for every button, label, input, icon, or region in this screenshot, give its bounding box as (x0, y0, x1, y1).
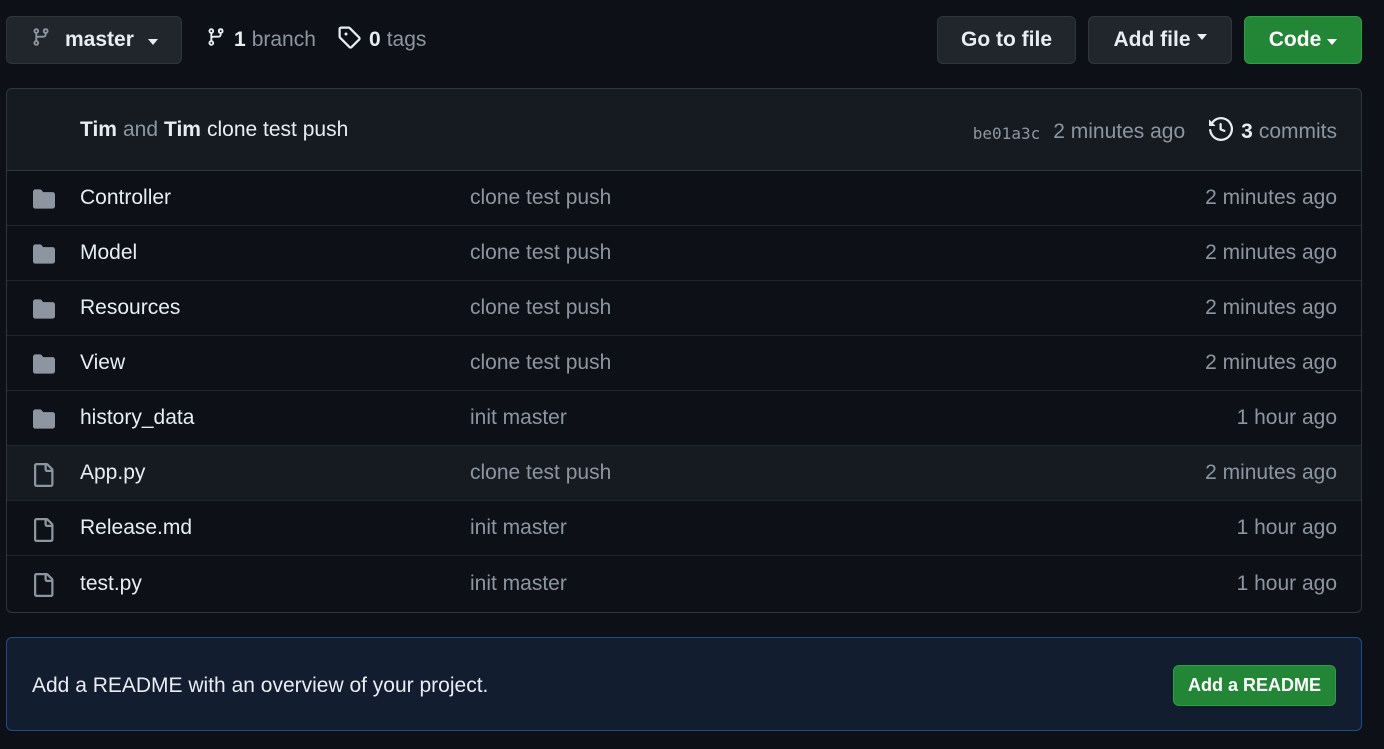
file-row[interactable]: Model clone test push 2 minutes ago (7, 226, 1361, 281)
file-name-link[interactable]: test.py (80, 572, 142, 596)
git-branch-icon (206, 26, 226, 54)
commit-word: commits (1258, 120, 1337, 143)
folder-icon (31, 353, 57, 377)
tag-word: tags (386, 28, 427, 51)
file-name-link[interactable]: Model (80, 241, 137, 265)
branch-select-label: master (65, 28, 134, 51)
branches-link[interactable]: 1 branch (206, 26, 316, 54)
folder-icon (31, 188, 57, 212)
branch-word: branch (251, 28, 316, 51)
file-row[interactable]: Controller clone test push 2 minutes ago (7, 171, 1361, 226)
latest-commit-bar: Tim and Tim clone test push be01a3c 2 minut… (7, 89, 1361, 171)
tag-icon (337, 25, 361, 55)
go-to-file-button[interactable]: Go to file (937, 16, 1076, 64)
file-name-link[interactable]: App.py (80, 461, 145, 485)
file-commit-message[interactable]: init master (470, 406, 567, 430)
commit-count: 3 (1241, 120, 1253, 143)
readme-prompt-text: Add a README with an overview of your pr… (32, 674, 489, 697)
git-branch-icon (31, 26, 51, 54)
add-file-button[interactable]: Add file (1088, 16, 1232, 64)
commit-and: and (122, 118, 159, 141)
add-file-label: Add file (1113, 28, 1191, 51)
tags-link[interactable]: 0 tags (337, 26, 426, 54)
file-icon (31, 518, 57, 542)
add-readme-button[interactable]: Add a README (1173, 665, 1336, 706)
commit-sha[interactable]: be01a3c (973, 124, 1040, 143)
branch-select-button[interactable]: master (6, 16, 182, 64)
commit-coauthor[interactable]: Tim (164, 118, 201, 141)
file-name-link[interactable]: Resources (80, 296, 180, 320)
branch-count: 1 (234, 28, 246, 51)
file-commit-message[interactable]: init master (470, 516, 567, 540)
file-commit-age: 1 hour ago (1236, 516, 1337, 539)
history-icon (1209, 116, 1234, 147)
file-name-link[interactable]: View (80, 351, 125, 375)
file-commit-age: 2 minutes ago (1205, 186, 1337, 209)
file-row[interactable]: history_data init master 1 hour ago (7, 391, 1361, 446)
readme-prompt: Add a README with an overview of your pr… (6, 637, 1362, 731)
file-commit-message[interactable]: clone test push (470, 186, 611, 210)
chevron-down-icon (147, 38, 158, 45)
file-commit-age: 1 hour ago (1236, 406, 1337, 429)
file-commit-age: 2 minutes ago (1205, 296, 1337, 319)
file-list: Controller clone test push 2 minutes ago Mo… (7, 171, 1361, 611)
file-row[interactable]: test.py init master 1 hour ago (7, 556, 1361, 611)
file-row[interactable]: Resources clone test push 2 minutes ago (7, 281, 1361, 336)
file-row[interactable]: Release.md init master 1 hour ago (7, 501, 1361, 556)
commit-meta: be01a3c 2 minutes ago 3 commits (973, 116, 1337, 147)
commit-time: 2 minutes ago (1053, 120, 1186, 143)
commit-summary: Tim and Tim clone test push (80, 118, 348, 142)
chevron-down-icon (1196, 34, 1207, 40)
tag-count: 0 (369, 28, 381, 51)
commit-author[interactable]: Tim (80, 118, 117, 141)
file-commit-message[interactable]: init master (470, 572, 567, 596)
file-commit-age: 2 minutes ago (1205, 351, 1337, 374)
folder-icon (31, 298, 57, 322)
file-browser: Tim and Tim clone test push be01a3c 2 minut… (6, 88, 1362, 613)
file-name-link[interactable]: history_data (80, 406, 194, 430)
file-commit-age: 2 minutes ago (1205, 241, 1337, 264)
commit-message[interactable]: clone test push (207, 118, 348, 141)
file-commit-message[interactable]: clone test push (470, 351, 611, 375)
file-row[interactable]: View clone test push 2 minutes ago (7, 336, 1361, 391)
file-row[interactable]: App.py clone test push 2 minutes ago (7, 446, 1361, 501)
commits-history-link[interactable]: 3 commits (1209, 116, 1337, 147)
repo-toolbar: master 1 branch 0 tags Go to file Add fi… (0, 0, 1384, 80)
file-commit-age: 1 hour ago (1236, 571, 1337, 595)
chevron-down-icon (1327, 38, 1338, 45)
file-commit-message[interactable]: clone test push (470, 461, 611, 485)
folder-icon (31, 408, 57, 432)
file-name-link[interactable]: Controller (80, 186, 171, 210)
folder-icon (31, 243, 57, 267)
file-name-link[interactable]: Release.md (80, 516, 192, 540)
file-icon (31, 463, 57, 487)
file-icon (31, 573, 57, 597)
file-commit-message[interactable]: clone test push (470, 296, 611, 320)
file-commit-age: 2 minutes ago (1205, 461, 1337, 484)
file-commit-message[interactable]: clone test push (470, 241, 611, 265)
code-button[interactable]: Code (1244, 16, 1362, 64)
code-label: Code (1268, 28, 1322, 51)
